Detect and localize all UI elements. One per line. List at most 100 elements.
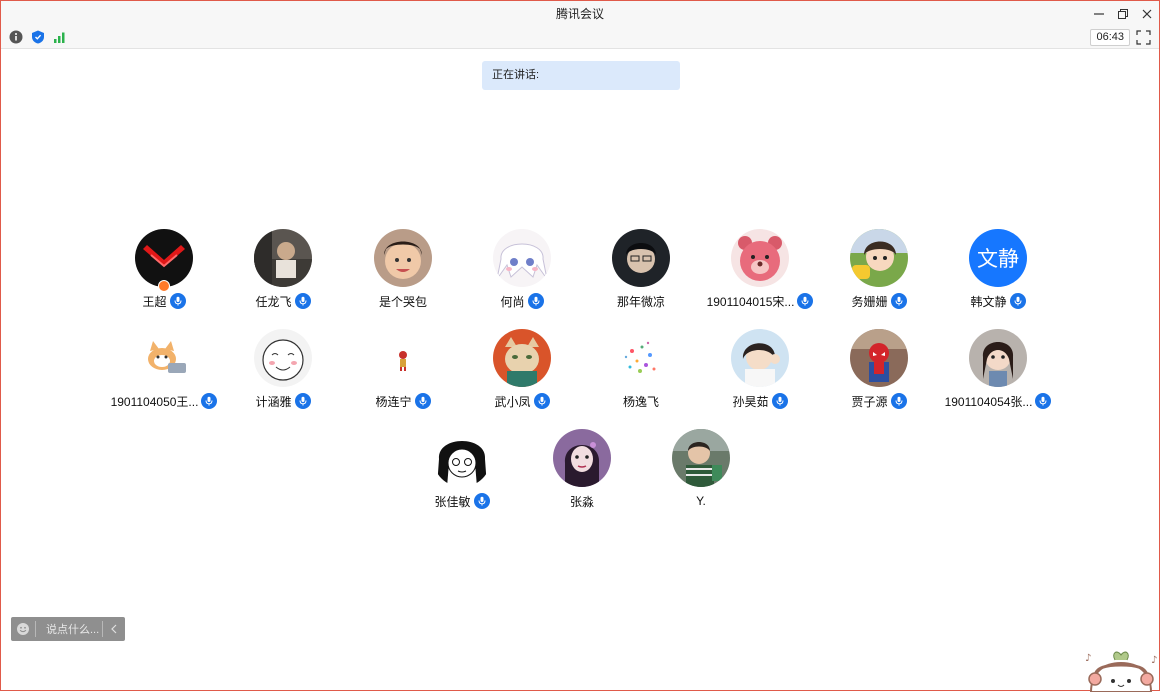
- participant-name-row: 武小凤: [462, 392, 582, 410]
- participant-name: 是个哭包: [378, 294, 427, 309]
- participant-name-row: 1901104015宋...: [700, 292, 820, 310]
- participant-tile[interactable]: 1901104015宋...: [700, 229, 820, 319]
- participant-tile[interactable]: 1901104054张...: [938, 329, 1058, 419]
- participant-name-row: 是个哭包: [343, 292, 463, 310]
- participant-name-row: 任龙飞: [223, 292, 343, 310]
- avatar: [612, 229, 670, 287]
- avatar: [135, 229, 193, 287]
- participant-tile[interactable]: 计涵雅: [223, 329, 343, 419]
- microphone-icon: [890, 393, 907, 409]
- svg-text:♪: ♪: [1085, 653, 1091, 664]
- participant-name: 何尚: [500, 294, 525, 309]
- avatar-text: 文静: [977, 247, 1019, 271]
- microphone-icon: [771, 393, 788, 409]
- participant-tile[interactable]: 任龙飞: [223, 229, 343, 319]
- participant-name: 贾子源: [851, 394, 888, 409]
- participant-name-row: 务姗姗: [819, 292, 939, 310]
- avatar: [254, 229, 312, 287]
- participant-tile[interactable]: 何尚: [462, 229, 582, 319]
- participant-name-row: 贾子源: [819, 392, 939, 410]
- participant-name: 张淼: [569, 494, 594, 509]
- participant-name: 那年微凉: [616, 294, 665, 309]
- microphone-icon: [473, 493, 490, 509]
- avatar: 文静: [969, 229, 1027, 287]
- svg-text:♪: ♪: [1151, 655, 1157, 666]
- avatar: [612, 329, 670, 387]
- participant-name: 务姗姗: [851, 294, 888, 309]
- avatar: [850, 329, 908, 387]
- mascot-sticker: ♪ ♪: [1081, 645, 1160, 693]
- chevron-left-icon[interactable]: [103, 624, 125, 634]
- meeting-window: 腾讯会议 06:43 正在讲话: 王超 任龙飞 是个哭包 何尚 那年微凉 190…: [0, 0, 1160, 693]
- participant-name: 杨逸飞: [622, 394, 659, 409]
- avatar: [969, 329, 1027, 387]
- avatar: [254, 329, 312, 387]
- participant-name: 王超: [142, 294, 167, 309]
- participant-name: 孙昊茹: [732, 394, 769, 409]
- participant-name: 杨连宁: [375, 394, 412, 409]
- participant-name: 1901104050王...: [110, 394, 199, 409]
- avatar: [850, 229, 908, 287]
- microphone-icon: [294, 293, 311, 309]
- avatar: [374, 329, 432, 387]
- participant-tile[interactable]: 武小凤: [462, 329, 582, 419]
- microphone-icon: [169, 293, 186, 309]
- participant-tile[interactable]: 王超: [104, 229, 224, 319]
- participant-tile[interactable]: 杨连宁: [343, 329, 463, 419]
- participant-name: 张佳敏: [434, 494, 471, 509]
- participant-name-row: Y.: [641, 492, 761, 510]
- participant-name-row: 杨逸飞: [581, 392, 701, 410]
- participant-name: 任龙飞: [255, 294, 292, 309]
- microphone-icon: [533, 393, 550, 409]
- participant-name: 1901104054张...: [944, 394, 1033, 409]
- participant-tile[interactable]: 务姗姗: [819, 229, 939, 319]
- participant-name-row: 张佳敏: [402, 492, 522, 510]
- microphone-icon: [201, 393, 218, 409]
- microphone-icon: [414, 393, 431, 409]
- avatar: [553, 429, 611, 487]
- participant-tile[interactable]: 孙昊茹: [700, 329, 820, 419]
- participant-tile[interactable]: 张淼: [522, 429, 642, 519]
- participant-name-row: 1901104050王...: [104, 392, 224, 410]
- participant-name-row: 计涵雅: [223, 392, 343, 410]
- participant-tile[interactable]: 文静韩文静: [938, 229, 1058, 319]
- avatar: [135, 329, 193, 387]
- participant-name-row: 韩文静: [938, 292, 1058, 310]
- microphone-icon: [294, 393, 311, 409]
- participant-tile[interactable]: 那年微凉: [581, 229, 701, 319]
- emoji-icon[interactable]: [11, 622, 35, 636]
- avatar: [493, 329, 551, 387]
- participant-tile[interactable]: 张佳敏: [402, 429, 522, 519]
- participant-tile[interactable]: Y.: [641, 429, 761, 519]
- participant-tile[interactable]: 是个哭包: [343, 229, 463, 319]
- participant-tile[interactable]: 1901104050王...: [104, 329, 224, 419]
- avatar: [433, 429, 491, 487]
- participant-name: 1901104015宋...: [706, 294, 795, 309]
- participant-tile[interactable]: 杨逸飞: [581, 329, 701, 419]
- avatar: [672, 429, 730, 487]
- microphone-icon: [1009, 293, 1026, 309]
- chat-bar[interactable]: 说点什么...: [11, 617, 125, 641]
- participant-name: 韩文静: [970, 294, 1007, 309]
- participant-name-row: 张淼: [522, 492, 642, 510]
- participant-name: 计涵雅: [255, 394, 292, 409]
- microphone-icon: [527, 293, 544, 309]
- participant-name-row: 1901104054张...: [938, 392, 1058, 410]
- avatar: [493, 229, 551, 287]
- participant-name: 武小凤: [494, 394, 531, 409]
- participant-name-row: 孙昊茹: [700, 392, 820, 410]
- participant-name-row: 杨连宁: [343, 392, 463, 410]
- participant-name-row: 王超: [104, 292, 224, 310]
- microphone-icon: [797, 293, 814, 309]
- participant-tile[interactable]: 贾子源: [819, 329, 939, 419]
- microphone-icon: [890, 293, 907, 309]
- avatar: [731, 229, 789, 287]
- participant-name: Y.: [696, 494, 706, 508]
- microphone-icon: [1035, 393, 1052, 409]
- avatar: [374, 229, 432, 287]
- chat-input[interactable]: 说点什么...: [36, 621, 102, 637]
- participant-grid: 王超 任龙飞 是个哭包 何尚 那年微凉 1901104015宋... 务姗姗 文静韩文静 190…: [1, 1, 1159, 690]
- participant-name-row: 那年微凉: [581, 292, 701, 310]
- participant-name-row: 何尚: [462, 292, 582, 310]
- host-badge-icon: [158, 280, 170, 292]
